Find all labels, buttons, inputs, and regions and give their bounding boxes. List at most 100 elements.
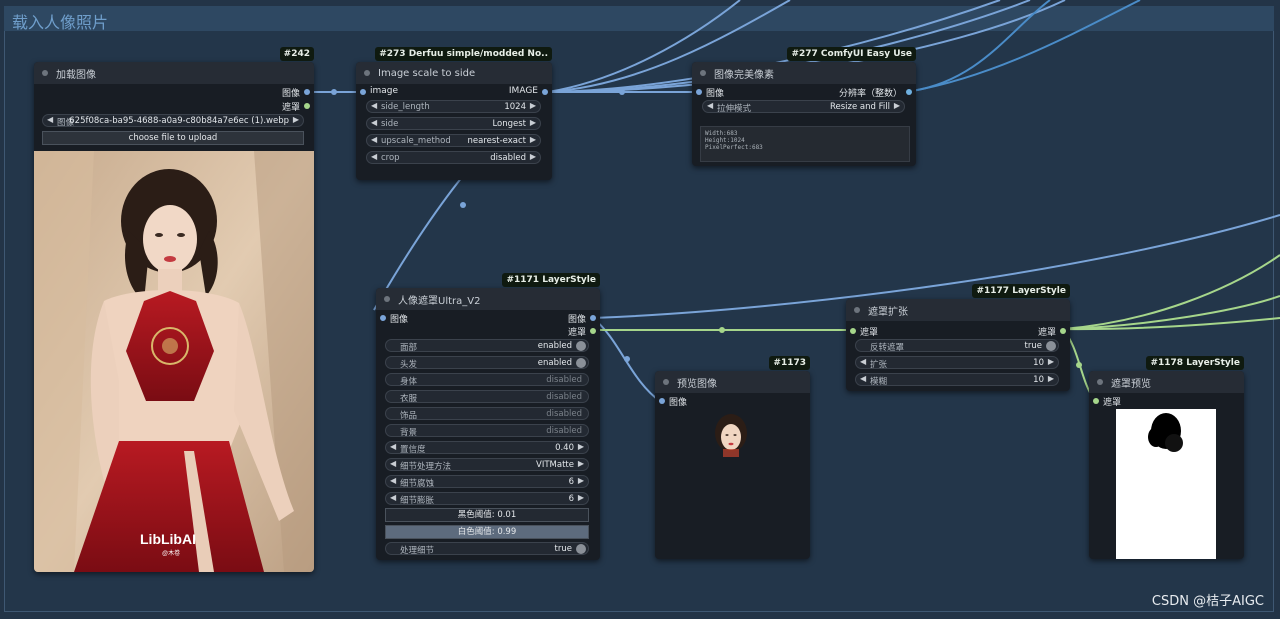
input-image[interactable]: 图像 — [696, 86, 724, 99]
toggle-knob-icon[interactable] — [576, 358, 586, 368]
output-resolution[interactable]: 分辨率（整数） — [839, 86, 912, 99]
arrow-left-icon[interactable]: ◀ — [707, 101, 713, 110]
arrow-left-icon[interactable]: ◀ — [371, 135, 377, 144]
toggle-knob-icon[interactable] — [576, 544, 586, 554]
output-dot-icon[interactable] — [590, 328, 596, 334]
input-dot-icon[interactable] — [659, 398, 665, 404]
node-header[interactable]: 预览图像 — [655, 371, 810, 393]
arrow-right-icon[interactable]: ▶ — [894, 101, 900, 110]
arrow-right-icon[interactable]: ▶ — [293, 115, 299, 124]
output-dot-icon[interactable] — [304, 103, 310, 109]
collapse-dot-icon[interactable] — [1097, 379, 1103, 385]
node-header[interactable]: 遮罩预览 — [1089, 371, 1244, 393]
input-mask[interactable]: 遮罩 — [1093, 395, 1121, 408]
toggle-background[interactable]: 背景 disabled — [385, 424, 589, 438]
input-image[interactable]: image — [360, 86, 398, 99]
input-dot-icon[interactable] — [850, 328, 856, 334]
arrow-right-icon[interactable]: ▶ — [530, 152, 536, 161]
confidence-widget[interactable]: ◀ 置信度 0.40 ▶ — [385, 441, 589, 455]
detail-erode-widget[interactable]: ◀ 细节腐蚀 6 ▶ — [385, 475, 589, 489]
toggle-knob-icon[interactable] — [576, 341, 586, 351]
grow-widget[interactable]: ◀ 扩张 10 ▶ — [855, 356, 1059, 370]
arrow-left-icon[interactable]: ◀ — [390, 442, 396, 451]
collapse-dot-icon[interactable] — [384, 296, 390, 302]
node-load-image[interactable]: #242 加载图像 图像 遮罩 ◀ 图像 625f08ca-ba95-4688-… — [34, 47, 314, 572]
node-mask-grow[interactable]: #1177 LayerStyle 遮罩扩张 遮罩 遮罩 反转遮罩 true ◀ 扩张… — [846, 284, 1070, 391]
output-image[interactable]: 图像 — [282, 86, 310, 99]
arrow-left-icon[interactable]: ◀ — [860, 357, 866, 366]
node-header[interactable]: 加载图像 — [34, 62, 314, 84]
node-person-mask-ultra[interactable]: #1171 LayerStyle 人像遮罩Ultra_V2 图像 图像 遮罩 面… — [376, 273, 600, 560]
group-header[interactable] — [4, 6, 1274, 31]
black-point-slider[interactable]: 黑色阈值: 0.01 — [385, 508, 589, 522]
stretch-mode-widget[interactable]: ◀ 拉伸模式 Resize and Fill ▶ — [702, 100, 905, 114]
toggle-face[interactable]: 面部 enabled — [385, 339, 589, 353]
input-dot-icon[interactable] — [380, 315, 386, 321]
arrow-left-icon[interactable]: ◀ — [47, 115, 53, 124]
white-point-slider[interactable]: 白色阈值: 0.99 — [385, 525, 589, 539]
output-dot-icon[interactable] — [1060, 328, 1066, 334]
arrow-right-icon[interactable]: ▶ — [1048, 374, 1054, 383]
toggle-clothes[interactable]: 衣服 disabled — [385, 390, 589, 404]
toggle-hair[interactable]: 头发 enabled — [385, 356, 589, 370]
toggle-invert-mask[interactable]: 反转遮罩 true — [855, 339, 1059, 353]
node-header[interactable]: 人像遮罩Ultra_V2 — [376, 288, 600, 310]
detail-method-widget[interactable]: ◀ 细节处理方法 VITMatte ▶ — [385, 458, 589, 472]
input-dot-icon[interactable] — [1093, 398, 1099, 404]
crop-widget[interactable]: ◀ crop disabled ▶ — [366, 151, 541, 164]
output-dot-icon[interactable] — [906, 89, 912, 95]
arrow-right-icon[interactable]: ▶ — [530, 101, 536, 110]
input-image[interactable]: 图像 — [380, 312, 408, 325]
info-textbox[interactable]: Width:683 Height:1024 PixelPerfect:683 — [700, 126, 910, 162]
arrow-left-icon[interactable]: ◀ — [390, 476, 396, 485]
image-select[interactable]: ◀ 图像 625f08ca-ba95-4688-a0a9-c80b84a7e6e… — [42, 114, 304, 128]
collapse-dot-icon[interactable] — [663, 379, 669, 385]
arrow-left-icon[interactable]: ◀ — [371, 118, 377, 127]
output-mask[interactable]: 遮罩 — [1038, 325, 1066, 338]
toggle-body[interactable]: 身体 disabled — [385, 373, 589, 387]
arrow-left-icon[interactable]: ◀ — [371, 101, 377, 110]
side-length-widget[interactable]: ◀ side_length 1024 ▶ — [366, 100, 541, 113]
arrow-right-icon[interactable]: ▶ — [1048, 357, 1054, 366]
arrow-left-icon[interactable]: ◀ — [860, 374, 866, 383]
side-widget[interactable]: ◀ side Longest ▶ — [366, 117, 541, 130]
upscale-method-widget[interactable]: ◀ upscale_method nearest-exact ▶ — [366, 134, 541, 147]
toggle-knob-icon[interactable] — [1046, 341, 1056, 351]
arrow-right-icon[interactable]: ▶ — [530, 135, 536, 144]
collapse-dot-icon[interactable] — [364, 70, 370, 76]
upload-button[interactable]: choose file to upload — [42, 131, 304, 145]
toggle-accessories[interactable]: 饰品 disabled — [385, 407, 589, 421]
output-dot-icon[interactable] — [304, 89, 310, 95]
collapse-dot-icon[interactable] — [854, 307, 860, 313]
arrow-right-icon[interactable]: ▶ — [578, 476, 584, 485]
output-mask[interactable]: 遮罩 — [282, 100, 310, 113]
output-image[interactable]: IMAGE — [509, 86, 548, 99]
node-header[interactable]: Image scale to side — [356, 62, 552, 84]
node-mask-preview[interactable]: #1178 LayerStyle 遮罩预览 遮罩 — [1089, 356, 1244, 559]
output-image[interactable]: 图像 — [568, 312, 596, 325]
output-dot-icon[interactable] — [590, 315, 596, 321]
input-image[interactable]: 图像 — [659, 395, 687, 408]
node-preview-image[interactable]: #1173 预览图像 图像 — [655, 356, 810, 559]
arrow-left-icon[interactable]: ◀ — [390, 493, 396, 502]
output-mask[interactable]: 遮罩 — [568, 325, 596, 338]
collapse-dot-icon[interactable] — [42, 70, 48, 76]
input-dot-icon[interactable] — [696, 89, 702, 95]
arrow-left-icon[interactable]: ◀ — [371, 152, 377, 161]
arrow-right-icon[interactable]: ▶ — [530, 118, 536, 127]
node-image-scale[interactable]: #273 Derfuu simple/modded No.. Image sca… — [356, 47, 552, 180]
input-mask[interactable]: 遮罩 — [850, 325, 878, 338]
arrow-left-icon[interactable]: ◀ — [390, 459, 396, 468]
node-pixel-perfect[interactable]: #277 ComfyUI Easy Use 图像完美像素 图像 分辨率（整数） … — [692, 47, 916, 166]
input-dot-icon[interactable] — [360, 89, 366, 95]
arrow-right-icon[interactable]: ▶ — [578, 459, 584, 468]
arrow-right-icon[interactable]: ▶ — [578, 493, 584, 502]
toggle-process-detail[interactable]: 处理细节 true — [385, 542, 589, 556]
node-header[interactable]: 图像完美像素 — [692, 62, 916, 84]
detail-dilate-widget[interactable]: ◀ 细节膨胀 6 ▶ — [385, 492, 589, 506]
arrow-right-icon[interactable]: ▶ — [578, 442, 584, 451]
node-header[interactable]: 遮罩扩张 — [846, 299, 1070, 321]
blur-widget[interactable]: ◀ 模糊 10 ▶ — [855, 373, 1059, 387]
output-dot-icon[interactable] — [542, 89, 548, 95]
collapse-dot-icon[interactable] — [700, 70, 706, 76]
